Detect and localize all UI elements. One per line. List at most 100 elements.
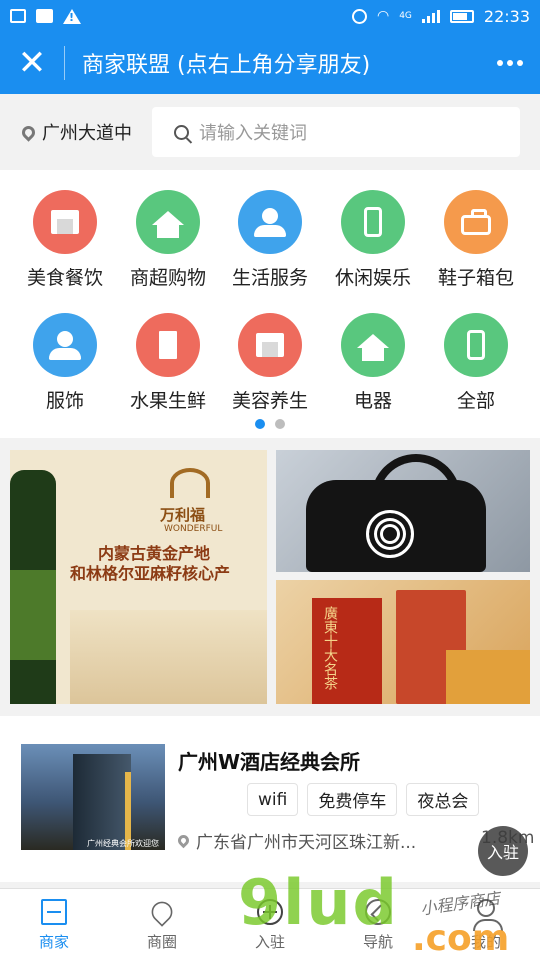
category-circle	[444, 190, 508, 254]
search-icon	[174, 124, 189, 140]
tab-label: 商圈	[146, 932, 177, 951]
category-food[interactable]: 美食餐饮	[15, 190, 115, 290]
category-label: 水果生鲜	[129, 390, 206, 412]
search-placeholder: 请输入关键词	[199, 123, 307, 144]
banner-section: 万利福 WONDERFUL 内蒙古黄金产地 和林格尔亚麻籽核心产 廣東十大名茶	[0, 438, 540, 716]
tower-image	[73, 754, 131, 850]
search-input[interactable]: 请输入关键词	[152, 107, 520, 157]
category-label: 电器	[353, 390, 392, 412]
merchant-thumbnail: 广州经典会所欢迎您	[21, 744, 165, 850]
banner-tea[interactable]: 廣東十大名茶	[276, 580, 530, 704]
battery-icon	[449, 9, 474, 23]
location-label: 广州大道中	[42, 123, 132, 144]
watermark-suffix: .com	[412, 918, 510, 959]
category-circle	[33, 190, 97, 254]
merchant-tags: wifi 免费停车 夜总会	[247, 783, 480, 816]
banner-brand: 万利福	[160, 506, 206, 524]
category-circle	[444, 313, 508, 377]
category-all[interactable]: 全部	[426, 313, 526, 413]
address-pin-icon	[175, 832, 192, 849]
signal-icon	[421, 9, 440, 23]
category-grid: 美食餐饮 商超购物 生活服务 休闲娱乐 鞋子箱包 服饰 水果生鲜 美容养生 电器…	[0, 170, 540, 438]
merchant-address: 广东省广州市天河区珠江新...	[175, 828, 417, 853]
bottle-label	[10, 570, 56, 660]
tab-label: 商家	[38, 932, 69, 951]
category-label: 服饰	[45, 390, 84, 412]
image-icon	[36, 9, 53, 23]
category-clothing[interactable]: 服饰	[15, 313, 115, 413]
category-label: 美容养生	[231, 390, 308, 412]
tea-box-gold	[446, 650, 530, 704]
more-icon[interactable]	[480, 60, 540, 66]
store-icon	[51, 210, 79, 234]
village-illustration	[70, 610, 267, 704]
category-label: 休闲娱乐	[334, 267, 411, 289]
status-bar: ◠ 4G 22:33	[0, 0, 540, 32]
thumb-caption: 广州经典会所欢迎您	[87, 839, 159, 848]
tab-business-district[interactable]: 商圈	[108, 889, 216, 960]
status-time: 22:33	[483, 6, 530, 26]
phone-icon	[467, 330, 485, 360]
search-row: 广州大道中 请输入关键词	[0, 94, 540, 170]
category-circle	[238, 190, 302, 254]
merchant-name: 广州W酒店经典会所	[178, 750, 361, 774]
category-leisure[interactable]: 休闲娱乐	[323, 190, 423, 290]
category-appliances[interactable]: 电器	[323, 313, 423, 413]
banner-bag[interactable]	[276, 450, 530, 572]
join-floating-button[interactable]: 入驻	[478, 826, 528, 876]
page-dot[interactable]	[275, 419, 285, 429]
category-bags[interactable]: 鞋子箱包	[426, 190, 526, 290]
banner-headline-2: 和林格尔亚麻籽核心产	[70, 564, 231, 583]
house-icon	[357, 334, 389, 361]
fingerprint-icon	[366, 510, 414, 558]
category-shopping[interactable]: 商超购物	[118, 190, 218, 290]
category-circle	[238, 313, 302, 377]
location-pin-icon	[19, 122, 38, 142]
bag-icon	[461, 209, 491, 235]
phone-icon	[364, 207, 382, 237]
category-circle	[136, 313, 200, 377]
category-label: 商超购物	[129, 267, 206, 289]
tea-box-text: 廣東十大名茶	[322, 606, 338, 690]
sms-icon	[10, 9, 26, 23]
category-services[interactable]: 生活服务	[220, 190, 320, 290]
brand-logo-icon	[170, 468, 210, 498]
banner-flaxseed-oil[interactable]: 万利福 WONDERFUL 内蒙古黄金产地 和林格尔亚麻籽核心产	[10, 450, 267, 704]
category-beauty[interactable]: 美容养生	[220, 313, 320, 413]
network-label: 4G	[399, 11, 412, 21]
page-dot-active[interactable]	[255, 419, 265, 429]
person-icon	[49, 331, 81, 360]
tab-merchants[interactable]: 商家	[0, 889, 108, 960]
category-label: 鞋子箱包	[437, 267, 514, 289]
status-right: ◠ 4G 22:33	[351, 6, 530, 26]
page-title: 商家联盟 (点右上角分享朋友)	[82, 53, 371, 78]
category-circle	[341, 313, 405, 377]
category-label: 生活服务	[231, 267, 308, 289]
warning-icon	[63, 8, 81, 24]
close-icon[interactable]: ✕	[0, 32, 64, 94]
category-fruit[interactable]: 水果生鲜	[118, 313, 218, 413]
oil-bottle-image	[10, 470, 56, 704]
category-circle	[341, 190, 405, 254]
category-circle	[136, 190, 200, 254]
merchant-tag: 免费停车	[307, 783, 398, 816]
page-indicator	[0, 419, 540, 429]
map-pin-icon	[147, 896, 177, 927]
category-circle	[33, 313, 97, 377]
address-text: 广东省广州市天河区珠江新...	[196, 833, 417, 853]
category-label: 全部	[456, 390, 495, 412]
category-label: 美食餐饮	[26, 267, 103, 289]
merchant-card[interactable]: 广州经典会所欢迎您 广州W酒店经典会所 wifi 免费停车 夜总会 广东省广州市…	[0, 716, 540, 882]
banner-brand-en: WONDERFUL	[164, 524, 223, 534]
building-icon	[159, 331, 177, 359]
store-icon	[256, 333, 284, 357]
location-selector[interactable]: 广州大道中	[0, 119, 152, 145]
shop-icon	[41, 898, 67, 925]
merchant-tag: wifi	[247, 783, 299, 816]
person-icon	[254, 208, 286, 237]
house-icon	[152, 211, 184, 238]
alarm-icon	[351, 8, 367, 24]
status-left	[10, 8, 81, 24]
merchant-tag: 夜总会	[406, 783, 480, 816]
title-bar: ✕ 商家联盟 (点右上角分享朋友)	[0, 32, 540, 94]
